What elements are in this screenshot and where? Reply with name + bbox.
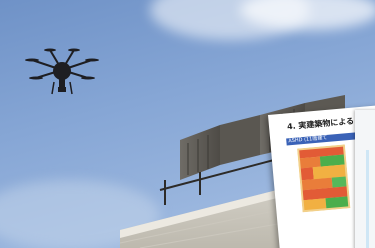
thermal-image xyxy=(297,144,351,213)
drone xyxy=(25,48,99,95)
report-page-line xyxy=(366,150,369,248)
photo-scene: 4. 実建築物による ASHD (11階建て xyxy=(0,0,375,248)
report-heading: 4. 実建築物による xyxy=(286,116,355,132)
report-page-edge xyxy=(355,110,375,248)
